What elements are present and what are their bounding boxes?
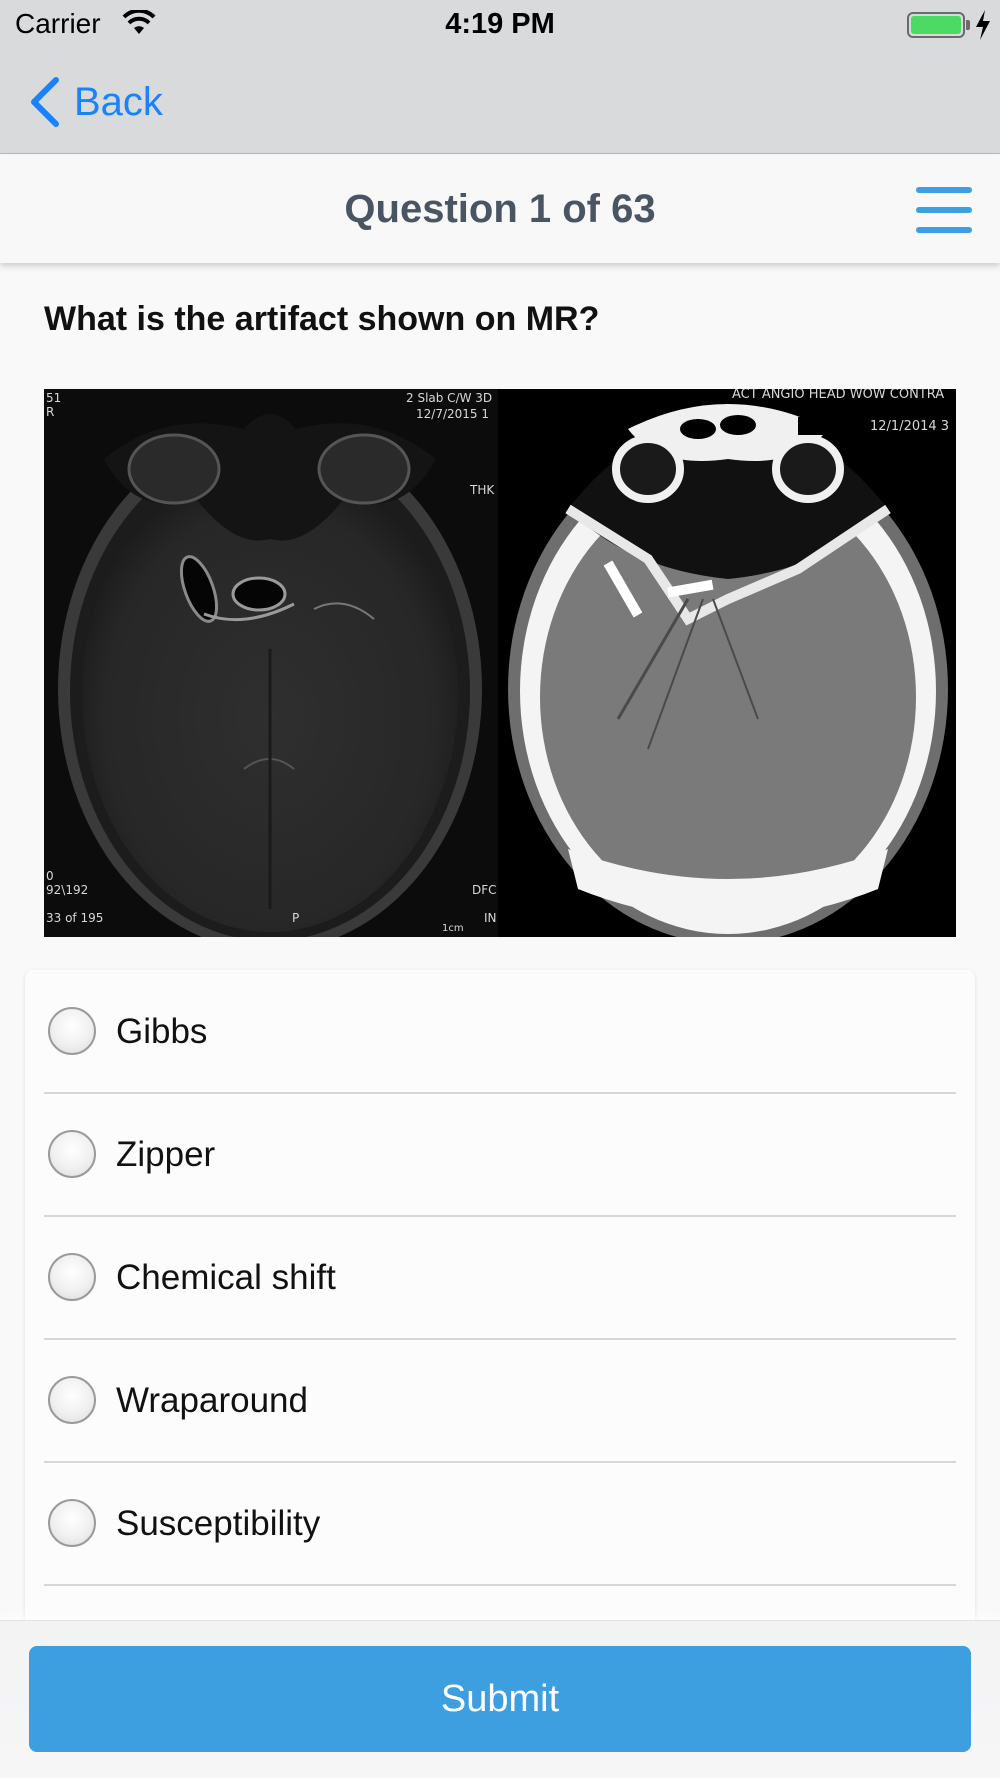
overlay-text: P [292,911,300,925]
status-bar: Carrier 4:19 PM [0,0,1000,50]
option-label: Zipper [116,1135,216,1174]
status-time: 4:19 PM [445,8,555,40]
battery-tip [966,20,970,30]
option-label: Chemical shift [116,1258,336,1297]
chevron-left-icon [31,77,59,127]
overlay-text: 12/1/2014 3 [870,419,950,434]
navigation-bar: Carrier 4:19 PM Back [0,0,1000,154]
ct-axial-scan-image: ACT ANGIO HEAD WOW CONTRA 12/1/2014 3 [498,389,956,937]
hamburger-menu-icon[interactable] [916,187,972,235]
overlay-text: IN [484,911,497,925]
overlay-text: 1cm [442,923,464,934]
footer-bar: Submit [0,1620,1000,1778]
option-wraparound[interactable]: Wraparound [25,1339,975,1462]
overlay-text: DFC [472,883,497,897]
option-label: Gibbs [116,1012,208,1051]
question-text: What is the artifact shown on MR? [44,300,600,338]
radio-button[interactable] [48,1007,96,1055]
question-header: Question 1 of 63 [0,155,1000,263]
option-label: Wraparound [116,1381,308,1420]
option-label: Susceptibility [116,1504,321,1543]
overlay-text: ACT ANGIO HEAD WOW CONTRA [732,389,945,402]
overlay-text: THK [470,483,495,497]
back-label: Back [74,79,163,124]
overlay-text: 33 of 195 [46,911,104,925]
page-title: Question 1 of 63 [344,187,656,231]
overlay-text: 12/7/2015 1 [416,407,489,421]
submit-button[interactable]: Submit [29,1646,971,1752]
overlay-text: 0 [46,869,54,883]
overlay-text: 92\192 [46,883,89,897]
option-zipper[interactable]: Zipper [25,1093,975,1216]
back-button[interactable]: Back [28,72,163,132]
answer-options-list: Gibbs Zipper Chemical shift Wraparound S… [25,970,975,1670]
overlay-text: 51 [46,391,62,405]
option-susceptibility[interactable]: Susceptibility [25,1462,975,1585]
radio-button[interactable] [48,1499,96,1547]
charging-bolt-icon [976,10,990,40]
option-gibbs[interactable]: Gibbs [25,970,975,1093]
radio-button[interactable] [48,1376,96,1424]
overlay-text: 2 Slab C/W 3D [406,391,493,405]
radio-button[interactable] [48,1253,96,1301]
radio-button[interactable] [48,1130,96,1178]
option-chemical-shift[interactable]: Chemical shift [25,1216,975,1339]
mri-axial-scan-image: 51 R 2 Slab C/W 3D 12/7/2015 1 THK 0 92\… [44,389,498,937]
battery-charging-icon [907,12,965,38]
overlay-text: R [46,405,55,419]
